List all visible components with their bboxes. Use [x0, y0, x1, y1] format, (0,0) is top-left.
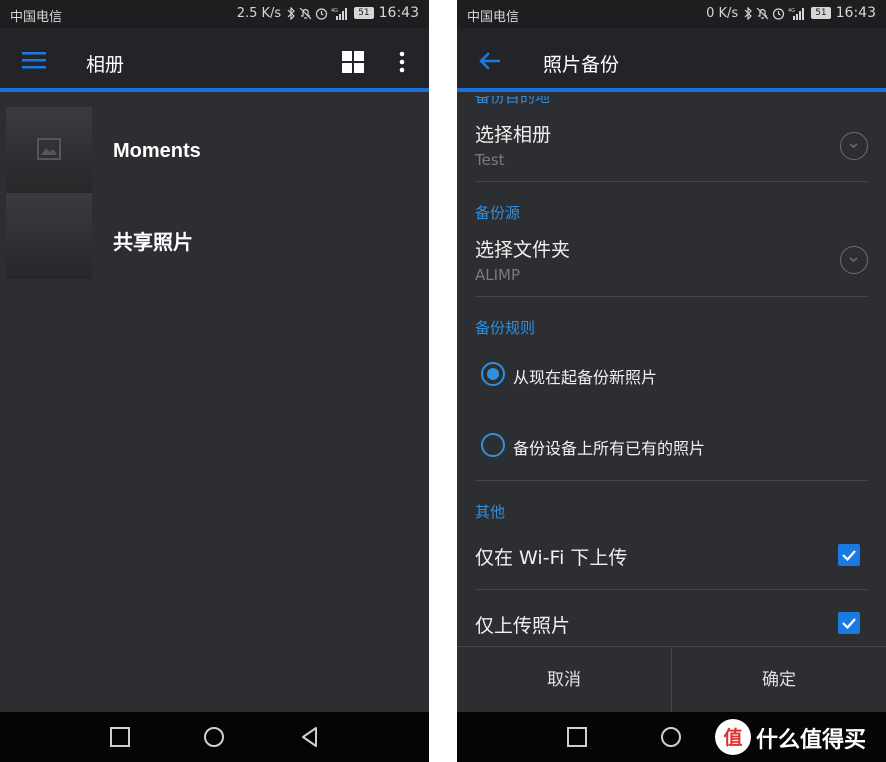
page-title: 照片备份 — [543, 54, 620, 76]
section-header-source: 备份源 — [475, 204, 521, 222]
app-bar: 照片备份 — [457, 28, 886, 92]
option-label: 仅在 Wi-Fi 下上传 — [475, 547, 628, 569]
album-item-moments[interactable]: Moments — [6, 107, 426, 193]
divider — [475, 181, 868, 182]
radio-label: 从现在起备份新照片 — [513, 368, 658, 387]
album-name: 共享照片 — [113, 232, 193, 254]
divider — [475, 480, 868, 481]
album-thumbnail — [6, 193, 92, 279]
option-label: 仅上传照片 — [475, 615, 571, 637]
signal-icon: 4G — [788, 7, 805, 20]
navigation-bar — [0, 712, 429, 762]
album-name: Moments — [113, 140, 201, 162]
chevron-down-icon — [840, 246, 868, 274]
row-value: ALIMP — [475, 266, 521, 284]
bluetooth-icon — [287, 6, 296, 20]
cancel-button[interactable]: 取消 — [457, 647, 671, 713]
alarm-icon — [316, 7, 328, 20]
row-title: 选择相册 — [475, 124, 552, 146]
alarm-icon — [773, 7, 785, 20]
home-icon[interactable] — [659, 725, 683, 749]
divider — [475, 589, 868, 590]
radio-label: 备份设备上所有已有的照片 — [513, 439, 706, 458]
mute-icon — [756, 7, 769, 19]
carrier-label: 中国电信 — [467, 10, 520, 25]
svg-text:4G: 4G — [331, 8, 338, 14]
watermark-text: 什么值得买 — [756, 728, 867, 753]
section-header-rules: 备份规则 — [475, 319, 536, 337]
album-thumbnail — [6, 107, 92, 193]
more-options-icon[interactable] — [398, 51, 406, 73]
back-arrow-icon[interactable] — [479, 51, 501, 71]
status-bar: 中国电信 2.5 K/s 4G 51 16:43 — [0, 0, 429, 28]
confirm-button[interactable]: 确定 — [672, 647, 886, 713]
menu-icon[interactable] — [22, 50, 46, 70]
checkbox-checked-icon[interactable] — [838, 544, 860, 566]
section-header-other: 其他 — [475, 503, 506, 521]
back-icon[interactable] — [298, 725, 322, 749]
dialog-footer: 取消 确定 — [457, 646, 886, 713]
image-placeholder-icon — [37, 138, 61, 160]
divider — [475, 296, 868, 297]
section-header-destination: 备份目的地 — [475, 96, 551, 106]
watermark-logo: 值 — [715, 719, 751, 755]
chevron-down-icon — [840, 132, 868, 160]
app-bar: 相册 — [0, 28, 429, 92]
status-icons: 4G — [286, 6, 349, 20]
right-phone-screen: 中国电信 0 K/s 4G 51 16:43 照片备份 备份目的地 选择相册 T… — [457, 0, 886, 762]
status-bar: 中国电信 0 K/s 4G 51 16:43 — [457, 0, 886, 28]
checkbox-checked-icon[interactable] — [838, 612, 860, 634]
page-title: 相册 — [86, 54, 125, 76]
home-icon[interactable] — [202, 725, 226, 749]
battery-icon: 51 — [354, 7, 374, 19]
mute-icon — [299, 7, 312, 19]
bluetooth-icon — [744, 6, 753, 20]
clock: 16:43 — [835, 5, 876, 21]
battery-icon: 51 — [811, 7, 831, 19]
radio-button[interactable] — [481, 362, 505, 386]
watermark: 值 什么值得买 — [715, 712, 886, 762]
row-title: 选择文件夹 — [475, 239, 571, 261]
carrier-label: 中国电信 — [10, 10, 63, 25]
svg-text:4G: 4G — [788, 8, 795, 14]
row-value: Test — [475, 151, 505, 169]
radio-button[interactable] — [481, 433, 505, 457]
grid-view-icon[interactable] — [342, 51, 364, 73]
svg-text:值: 值 — [723, 726, 742, 749]
left-phone-screen: 中国电信 2.5 K/s 4G 51 16:43 相册 Moments 共享照片 — [0, 0, 429, 762]
settings-list[interactable]: 备份目的地 选择相册 Test 备份源 选择文件夹 ALIMP 备份规则 从现在… — [457, 96, 886, 646]
recents-icon[interactable] — [565, 725, 589, 749]
network-speed: 2.5 K/s — [236, 5, 282, 21]
album-item-shared[interactable]: 共享照片 — [6, 193, 426, 279]
network-speed: 0 K/s — [706, 5, 739, 21]
signal-icon: 4G — [331, 7, 348, 20]
clock: 16:43 — [378, 5, 419, 21]
recents-icon[interactable] — [108, 725, 132, 749]
status-icons: 4G — [743, 6, 806, 20]
